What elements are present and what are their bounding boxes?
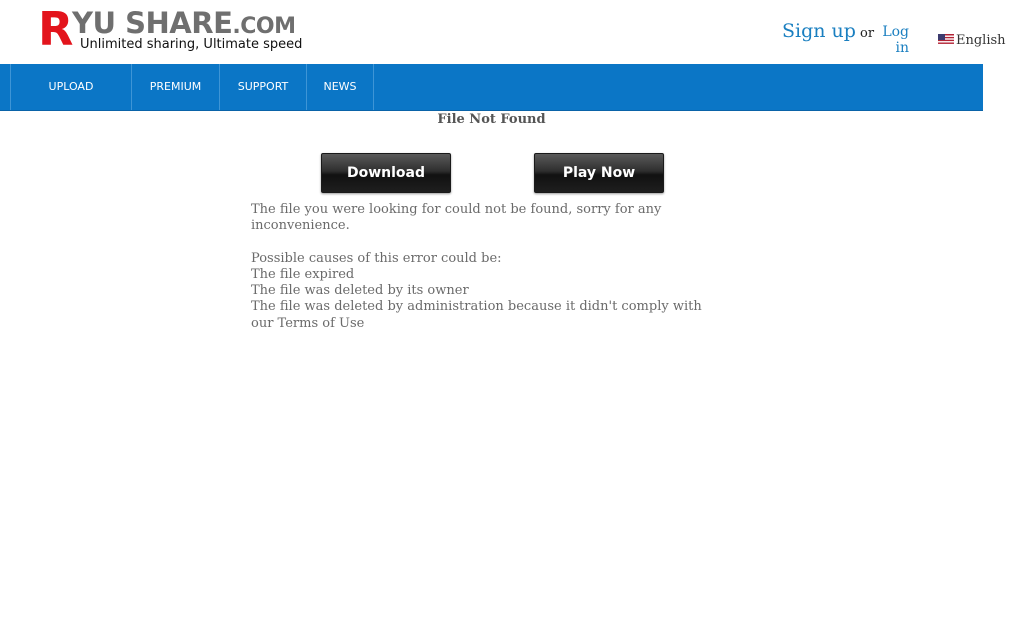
logo-tagline: Unlimited sharing, Ultimate speed [80, 37, 303, 52]
site-logo[interactable]: R YU SHARE.COM Unlimited sharing, Ultima… [38, 6, 302, 54]
site-header: R YU SHARE.COM Unlimited sharing, Ultima… [0, 0, 1024, 64]
causes-heading: Possible causes of this error could be: [251, 250, 502, 266]
cause-item: The file was deleted by administration b… [251, 299, 702, 331]
nav-premium[interactable]: PREMIUM [132, 64, 219, 110]
auth-separator: or [860, 26, 875, 41]
download-button[interactable]: Download [321, 153, 451, 193]
logo-suffix: .COM [232, 14, 296, 39]
language-selector[interactable]: English [938, 33, 1006, 48]
nav-divider [373, 64, 374, 110]
error-description: The file you were looking for could not … [251, 202, 662, 234]
login-link[interactable]: Log in [879, 24, 909, 56]
us-flag-icon [938, 34, 954, 45]
cause-item: The file expired [251, 266, 355, 282]
error-message: The file you were looking for could not … [251, 202, 721, 332]
cause-item: The file was deleted by its owner [251, 283, 469, 299]
language-label: English [956, 33, 1006, 48]
logo-word: YU SHARE [72, 6, 233, 40]
play-now-button[interactable]: Play Now [534, 153, 664, 193]
signup-link[interactable]: Sign up [782, 20, 856, 42]
nav-upload[interactable]: UPLOAD [11, 64, 131, 110]
nav-support[interactable]: SUPPORT [220, 64, 306, 110]
page-title: File Not Found [437, 112, 546, 127]
nav-news[interactable]: NEWS [307, 64, 373, 110]
main-navigation: UPLOAD PREMIUM SUPPORT NEWS [0, 64, 983, 111]
logo-letter: R [38, 2, 73, 56]
